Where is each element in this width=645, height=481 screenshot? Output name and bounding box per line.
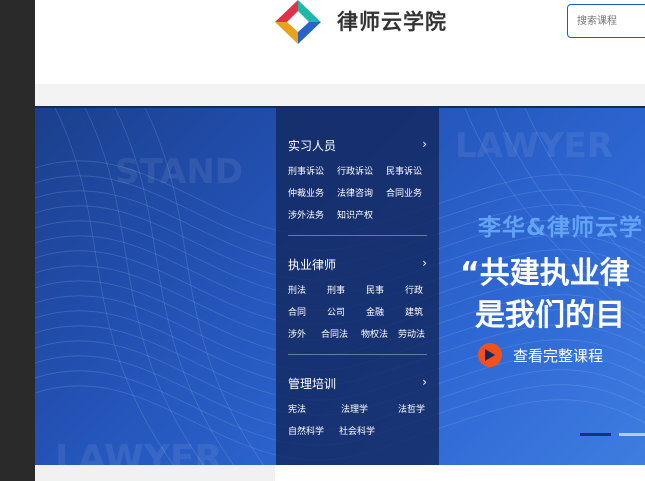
menu-link[interactable]: 合同业务 xyxy=(386,186,422,199)
menu-link[interactable]: 涉外 xyxy=(288,327,321,340)
chevron-right-icon[interactable]: › xyxy=(422,256,427,270)
watermark-text: STAND xyxy=(115,152,244,192)
menu-divider xyxy=(288,235,427,236)
menu-section-management[interactable]: 管理培训 › 宪法 法理学 法哲学 自然科学 社会科学 xyxy=(288,375,427,441)
menu-link[interactable]: 刑事诉讼 xyxy=(288,164,324,177)
menu-link[interactable]: 金融 xyxy=(366,305,405,318)
menu-link[interactable]: 仲裁业务 xyxy=(288,186,324,199)
menu-link[interactable]: 行政诉讼 xyxy=(337,164,373,177)
content-area-placeholder xyxy=(35,465,275,481)
hero-banner[interactable]: LAWYER STAND LAWYER 实习人员 › 刑事诉讼 行政诉讼 民事诉… xyxy=(35,106,645,465)
menu-section-title-text: 管理培训 xyxy=(288,377,337,391)
menu-section-lawyers[interactable]: 执业律师 › 刑法 刑事 民事 行政 合同 公司 金融 建筑 涉外 合同法 物权… xyxy=(288,256,427,355)
menu-link[interactable]: 建筑 xyxy=(405,305,423,318)
menu-link[interactable]: 法理学 xyxy=(341,402,398,415)
menu-link[interactable]: 法律咨询 xyxy=(337,186,373,199)
menu-link[interactable]: 公司 xyxy=(327,305,366,318)
menu-section-title[interactable]: 管理培训 › xyxy=(288,375,427,391)
view-courses-label: 查看完整课程 xyxy=(513,346,604,365)
menu-link[interactable]: 民事 xyxy=(366,283,405,296)
carousel-dot[interactable] xyxy=(619,433,645,436)
view-courses-button[interactable]: 查看完整课程 xyxy=(478,341,603,369)
banner-headline-line-2: 是我们的目 xyxy=(475,298,625,333)
watermark-text: LAWYER xyxy=(455,126,613,166)
search-box[interactable] xyxy=(567,4,645,38)
chevron-right-icon[interactable]: › xyxy=(422,375,427,389)
menu-divider xyxy=(288,354,427,355)
menu-link[interactable]: 刑事 xyxy=(327,283,366,296)
category-menu: 实习人员 › 刑事诉讼 行政诉讼 民事诉讼 仲裁业务 法律咨询 合同业务 涉外法… xyxy=(276,108,439,465)
chevron-right-icon[interactable]: › xyxy=(422,137,427,151)
search-input[interactable] xyxy=(577,6,645,36)
menu-link[interactable]: 刑法 xyxy=(288,283,327,296)
menu-link[interactable]: 合同 xyxy=(288,305,327,318)
menu-section-title-text: 执业律师 xyxy=(288,258,337,272)
banner-subtitle: 李华&律师云学 xyxy=(478,215,644,241)
menu-link[interactable]: 自然科学 xyxy=(288,424,339,437)
menu-link[interactable]: 宪法 xyxy=(288,402,341,415)
menu-link[interactable]: 物权法 xyxy=(361,327,398,340)
play-icon xyxy=(478,343,502,367)
menu-link[interactable]: 社会科学 xyxy=(339,424,375,437)
menu-section-title[interactable]: 实习人员 › xyxy=(288,137,427,153)
carousel-dot-active[interactable] xyxy=(580,433,611,436)
menu-link[interactable]: 行政 xyxy=(405,283,423,296)
site-header: 律师云学院 xyxy=(35,0,645,84)
menu-link[interactable]: 民事诉讼 xyxy=(386,164,422,177)
menu-section-title[interactable]: 执业律师 › xyxy=(288,256,427,272)
menu-link[interactable]: 知识产权 xyxy=(337,208,373,221)
carousel-indicators xyxy=(580,433,645,436)
menu-section-interns[interactable]: 实习人员 › 刑事诉讼 行政诉讼 民事诉讼 仲裁业务 法律咨询 合同业务 涉外法… xyxy=(288,137,427,236)
left-sidebar-strip xyxy=(0,0,35,481)
banner-headline-line-1: “共建执业律 xyxy=(460,256,630,291)
brand-name[interactable]: 律师云学院 xyxy=(337,6,447,36)
menu-link[interactable]: 合同法 xyxy=(321,327,361,340)
menu-link[interactable]: 劳动法 xyxy=(398,327,425,340)
logo-icon[interactable] xyxy=(275,0,321,44)
header-divider-band xyxy=(35,84,645,106)
watermark-text: LAWYER xyxy=(55,438,223,465)
menu-link[interactable]: 涉外法务 xyxy=(288,208,324,221)
menu-section-title-text: 实习人员 xyxy=(288,139,337,153)
menu-link[interactable]: 法哲学 xyxy=(398,402,425,415)
